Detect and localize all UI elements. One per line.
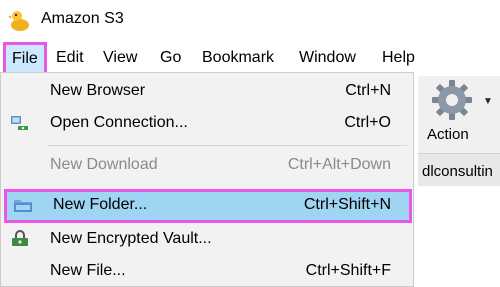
menu-item-label: New Browser [50, 82, 146, 99]
menu-go[interactable]: Go [160, 48, 181, 68]
menu-item-label: New Folder... [53, 196, 148, 213]
menu-item-shortcut: Ctrl+Alt+Down [287, 156, 391, 173]
menu-help[interactable]: Help [382, 48, 415, 68]
menu-item-new-file[interactable]: New File... Ctrl+Shift+F [1, 255, 413, 287]
vault-icon [12, 230, 28, 246]
menu-window[interactable]: Window [299, 48, 356, 68]
file-menu-dropdown: New Browser Ctrl+N Open Connection... Ct… [0, 72, 414, 287]
menu-item-shortcut: Ctrl+O [344, 114, 391, 131]
menu-item-open-connection[interactable]: Open Connection... Ctrl+O [1, 107, 413, 139]
connection-icon [11, 116, 28, 130]
action-dropdown-arrow-icon[interactable]: ▼ [483, 96, 493, 107]
menu-item-new-folder[interactable]: New Folder... Ctrl+Shift+N [4, 189, 412, 223]
menu-item-label: Open Connection... [50, 114, 188, 131]
menu-bar: File Edit View Go Bookmark Window Help [0, 40, 500, 76]
menu-bookmark[interactable]: Bookmark [202, 48, 274, 68]
menu-item-new-download: New Download Ctrl+Alt+Down [1, 149, 413, 181]
window-title: Amazon S3 [41, 10, 124, 27]
title-bar: Amazon S3 [0, 0, 500, 40]
menu-item-label: New File... [50, 262, 126, 279]
menu-edit[interactable]: Edit [56, 48, 84, 68]
folder-icon [14, 200, 32, 212]
gear-icon[interactable] [430, 78, 474, 122]
action-button-label[interactable]: Action [427, 126, 469, 143]
menu-file[interactable]: File [3, 42, 47, 76]
menu-item-shortcut: Ctrl+Shift+F [305, 262, 391, 279]
menu-view[interactable]: View [103, 48, 137, 68]
menu-item-new-browser[interactable]: New Browser Ctrl+N [1, 75, 413, 107]
menu-separator [47, 145, 407, 146]
duck-app-icon [8, 11, 29, 31]
menu-item-shortcut: Ctrl+N [345, 82, 391, 99]
menu-item-new-encrypted-vault[interactable]: New Encrypted Vault... [1, 223, 413, 255]
connection-tab-label[interactable]: dlconsultin [422, 163, 493, 180]
menu-item-shortcut: Ctrl+Shift+N [303, 196, 391, 213]
menu-item-label: New Download [50, 156, 158, 173]
menu-item-label: New Encrypted Vault... [50, 230, 212, 247]
